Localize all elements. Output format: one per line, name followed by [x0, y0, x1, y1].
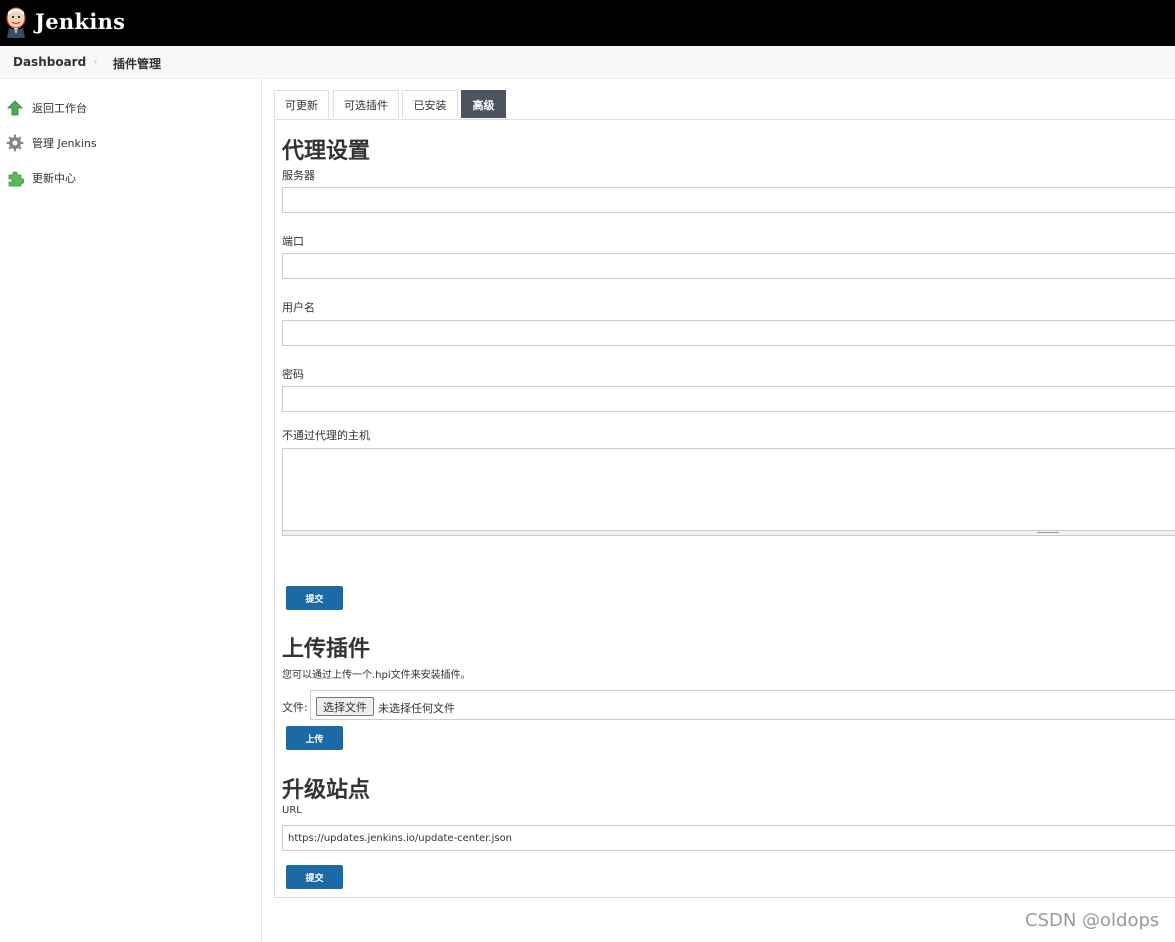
file-status-text: 未选择任何文件 — [378, 702, 455, 715]
up-arrow-icon — [7, 100, 23, 116]
top-navbar: Jenkins — [0, 0, 1175, 46]
proxy-username-input[interactable] — [282, 320, 1175, 346]
side-panel: 返回工作台 管理 Jenkins 更新中心 — [0, 79, 262, 942]
sidebar-item-manage-jenkins[interactable]: 管理 Jenkins — [6, 133, 97, 153]
update-site-section-title: 升级站点 — [282, 778, 371, 803]
username-label: 用户名 — [282, 301, 315, 314]
proxy-submit-button[interactable]: 提交 — [286, 586, 343, 610]
advanced-settings-panel: 代理设置 服务器 端口 用户名 密码 不通过代理的主机 提交 上传插件 您可以通… — [274, 119, 1175, 898]
url-label: URL — [282, 805, 302, 816]
tab-updates[interactable]: 可更新 — [274, 90, 329, 118]
sidebar-item-update-center[interactable]: 更新中心 — [6, 168, 76, 188]
jenkins-logo-icon[interactable] — [4, 6, 28, 38]
tab-advanced[interactable]: 高级 — [461, 90, 506, 118]
upload-description: 您可以通过上传一个.hpi文件来安装插件。 — [282, 670, 471, 681]
port-label: 端口 — [282, 235, 304, 248]
main-panel: 可更新 可选插件 已安装 高级 代理设置 服务器 端口 用户名 密码 不通过代理… — [274, 90, 1175, 898]
password-label: 密码 — [282, 368, 304, 381]
breadcrumb-separator-icon[interactable]: › — [94, 57, 97, 66]
sidebar-item-label: 更新中心 — [32, 172, 76, 185]
textarea-resize-handle[interactable] — [283, 530, 1175, 535]
upload-section-title: 上传插件 — [282, 637, 371, 662]
sidebar-item-label: 返回工作台 — [32, 102, 87, 115]
update-site-submit-button[interactable]: 提交 — [286, 865, 343, 889]
proxy-section-title: 代理设置 — [282, 139, 371, 164]
proxy-password-input[interactable] — [282, 386, 1175, 412]
gear-icon — [6, 134, 24, 152]
sidebar-item-label: 管理 Jenkins — [32, 137, 97, 150]
proxy-port-input[interactable] — [282, 253, 1175, 279]
breadcrumb-dashboard[interactable]: Dashboard — [13, 55, 86, 69]
no-proxy-hosts-label: 不通过代理的主机 — [282, 429, 370, 442]
sidebar-item-back-to-dashboard[interactable]: 返回工作台 — [6, 98, 87, 118]
no-proxy-hosts-textarea[interactable] — [282, 448, 1175, 536]
choose-file-button[interactable]: 选择文件 — [316, 697, 374, 716]
file-label: 文件: — [282, 701, 308, 714]
breadcrumb: Dashboard › 插件管理 — [0, 46, 1175, 79]
tab-available[interactable]: 可选插件 — [333, 90, 399, 118]
upload-button[interactable]: 上传 — [286, 726, 343, 750]
puzzle-icon — [8, 171, 24, 187]
watermark: CSDN @oldops — [1025, 910, 1160, 931]
file-input[interactable]: 选择文件 未选择任何文件 — [310, 690, 1175, 720]
update-site-url-input[interactable] — [282, 825, 1175, 851]
server-label: 服务器 — [282, 169, 315, 182]
breadcrumb-plugin-manager[interactable]: 插件管理 — [113, 55, 161, 72]
tab-installed[interactable]: 已安装 — [402, 90, 458, 118]
proxy-server-input[interactable] — [282, 187, 1175, 213]
app-brand[interactable]: Jenkins — [35, 9, 125, 34]
